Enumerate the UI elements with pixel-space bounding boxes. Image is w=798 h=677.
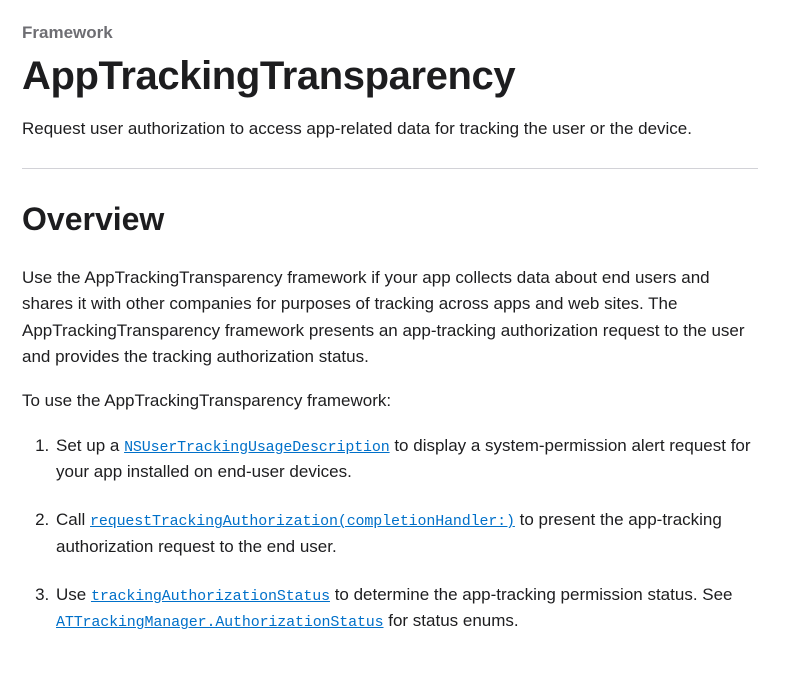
code-link-trackingstatus[interactable]: trackingAuthorizationStatus	[91, 588, 330, 605]
overview-heading: Overview	[22, 195, 758, 243]
section-divider	[22, 168, 758, 169]
step-text: to determine the app-tracking permission…	[330, 585, 733, 604]
step-text: for status enums.	[384, 611, 519, 630]
overview-steps: Set up a NSUserTrackingUsageDescription …	[22, 433, 758, 635]
step-text: Call	[56, 510, 90, 529]
code-link-nsusertracking[interactable]: NSUserTrackingUsageDescription	[124, 439, 390, 456]
code-link-requesttracking[interactable]: requestTrackingAuthorization(completionH…	[90, 513, 515, 530]
step-text: Set up a	[56, 436, 124, 455]
code-link-authstatus[interactable]: ATTrackingManager.AuthorizationStatus	[56, 614, 384, 631]
step-item: Set up a NSUserTrackingUsageDescription …	[54, 433, 758, 486]
overview-paragraph: Use the AppTrackingTransparency framewor…	[22, 265, 758, 370]
page-title: AppTrackingTransparency	[22, 54, 758, 98]
step-text: Use	[56, 585, 91, 604]
page-summary: Request user authorization to access app…	[22, 116, 758, 142]
step-item: Call requestTrackingAuthorization(comple…	[54, 507, 758, 560]
overview-intro: To use the AppTrackingTransparency frame…	[22, 388, 758, 414]
framework-eyebrow: Framework	[22, 20, 758, 46]
step-item: Use trackingAuthorizationStatus to deter…	[54, 582, 758, 635]
